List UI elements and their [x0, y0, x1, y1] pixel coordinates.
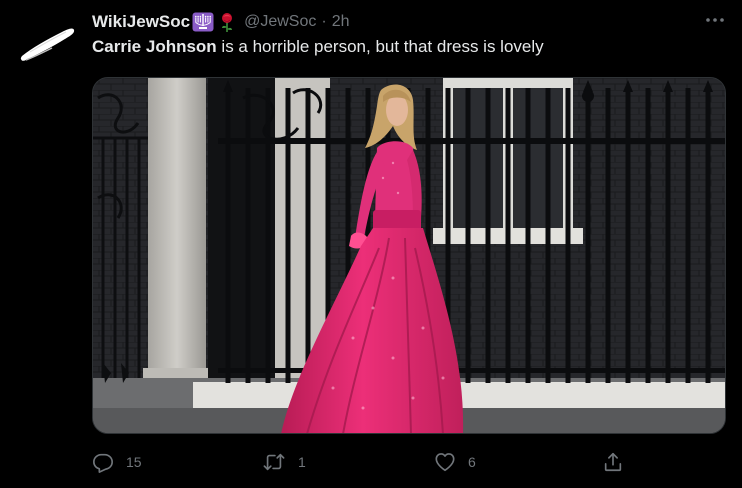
share-icon — [604, 452, 622, 472]
mention-name: Carrie Johnson — [92, 37, 217, 56]
more-options-button[interactable] — [704, 10, 726, 30]
photo-woman-in-pink-dress-image — [93, 78, 725, 433]
reply-icon — [93, 453, 113, 473]
reply-count: 15 — [126, 454, 142, 470]
tweet-header: WikiJewSoc @JewSoc · 2h — [92, 11, 350, 33]
reply-button[interactable]: 15 — [92, 446, 142, 478]
user-handle[interactable]: @JewSoc — [244, 13, 316, 31]
tweet-text: Carrie Johnson is a horrible person, but… — [92, 37, 544, 57]
retweet-count: 1 — [298, 454, 306, 470]
rose-emoji-icon — [216, 11, 238, 33]
timestamp[interactable]: 2h — [332, 13, 350, 31]
retweet-icon — [263, 453, 285, 471]
tweet-actions: 15 1 6 — [92, 446, 632, 478]
separator-dot: · — [321, 13, 327, 30]
tweet-text-rest: is a horrible person, but that dress is … — [216, 37, 544, 56]
like-count: 6 — [468, 454, 476, 470]
display-name[interactable]: WikiJewSoc — [92, 12, 190, 32]
heart-icon — [435, 453, 455, 472]
menorah-emoji-icon — [192, 11, 214, 33]
tweet-photo[interactable] — [92, 77, 726, 434]
tweet[interactable]: WikiJewSoc @JewSoc · 2h Carrie Johnson i… — [0, 0, 742, 488]
like-button[interactable]: 6 — [434, 446, 476, 478]
avatar-brushstroke-image — [16, 10, 80, 74]
share-button[interactable] — [602, 446, 624, 478]
more-horizontal-icon — [706, 18, 724, 22]
retweet-button[interactable]: 1 — [262, 446, 306, 478]
avatar[interactable] — [16, 10, 80, 74]
